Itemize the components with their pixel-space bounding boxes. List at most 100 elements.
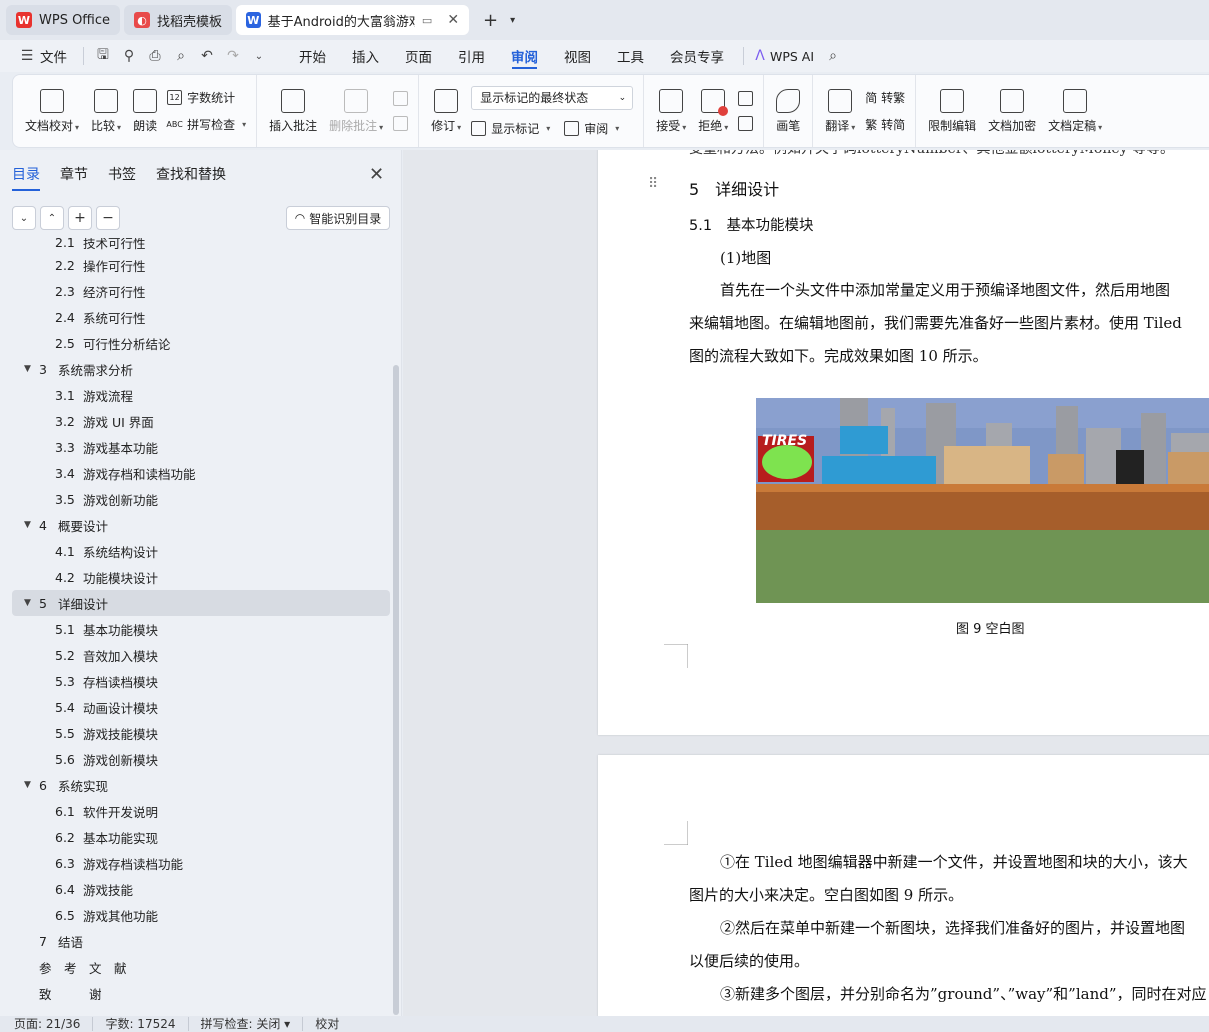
- to-traditional-button[interactable]: 简 转繁: [865, 89, 905, 106]
- search-icon[interactable]: ⌕: [820, 40, 846, 72]
- proofread-status[interactable]: 校对: [315, 1017, 351, 1031]
- toc-item[interactable]: 3.3 游戏基本功能: [12, 434, 390, 460]
- toc-item[interactable]: 2.1 技术可行性: [12, 238, 390, 252]
- menu-start[interactable]: 开始: [286, 40, 339, 72]
- toc-item[interactable]: ▼ 4 概要设计: [12, 512, 390, 538]
- quick-access-chevron-icon[interactable]: ⌄: [246, 40, 272, 72]
- tab-chapters[interactable]: 章节: [60, 164, 88, 184]
- file-menu[interactable]: 文件: [40, 46, 67, 66]
- restrict-edit-button[interactable]: 限制编辑: [922, 88, 982, 134]
- toc-item[interactable]: ▼ 3 系统需求分析: [12, 356, 390, 382]
- toc-item[interactable]: ▼ 5 详细设计: [12, 590, 390, 616]
- read-aloud-button[interactable]: 朗读: [127, 88, 163, 134]
- menu-view[interactable]: 视图: [551, 40, 604, 72]
- word-count-button[interactable]: 12 字数统计: [167, 89, 246, 106]
- toc-item[interactable]: 3.2 游戏 UI 界面: [12, 408, 390, 434]
- tab-current-document[interactable]: W 基于Android的大富翁游戏的设 ▭ ✕: [236, 5, 470, 35]
- print-icon[interactable]: ⎙: [142, 40, 168, 72]
- toc-item[interactable]: 4.1 系统结构设计: [12, 538, 390, 564]
- toc-item[interactable]: 5.1 基本功能模块: [12, 616, 390, 642]
- toc-item[interactable]: 5.3 存档读档模块: [12, 668, 390, 694]
- close-tab-icon[interactable]: ✕: [447, 12, 459, 28]
- figure-image[interactable]: TIRES: [756, 398, 1209, 603]
- toc-item[interactable]: 3.1 游戏流程: [12, 382, 390, 408]
- previous-change-button[interactable]: [738, 91, 754, 106]
- toc-item[interactable]: 致 谢: [12, 980, 390, 1006]
- next-change-button[interactable]: [738, 116, 754, 131]
- toc-item[interactable]: 2.3 经济可行性: [12, 278, 390, 304]
- link-icon[interactable]: ⚲: [116, 40, 142, 72]
- toc-item[interactable]: 7 结语: [12, 928, 390, 954]
- page-indicator[interactable]: 页面: 21/36: [14, 1017, 94, 1031]
- monitor-icon[interactable]: ▭: [422, 14, 432, 27]
- smart-toc-button[interactable]: ◠ 智能识别目录: [286, 206, 390, 230]
- add-level-icon[interactable]: +: [68, 206, 92, 230]
- menu-page[interactable]: 页面: [392, 40, 445, 72]
- finalize-button[interactable]: 文档定稿 ▾: [1042, 88, 1108, 134]
- collapse-icon[interactable]: ⌃: [40, 206, 64, 230]
- expand-icon[interactable]: ⌄: [12, 206, 36, 230]
- toc-item[interactable]: 6.4 游戏技能: [12, 876, 390, 902]
- spell-check-status[interactable]: 拼写检查: 关闭 ▾: [201, 1017, 304, 1031]
- toc-item[interactable]: 参 考 文 献: [12, 954, 390, 980]
- toc-item[interactable]: 4.2 功能模块设计: [12, 564, 390, 590]
- toc-item[interactable]: 5.5 游戏技能模块: [12, 720, 390, 746]
- tab-wps-office[interactable]: W WPS Office: [6, 5, 121, 35]
- tab-bookmarks[interactable]: 书签: [108, 164, 136, 184]
- to-simplified-button[interactable]: 繁 转简: [865, 116, 905, 133]
- reject-button[interactable]: 拒绝 ▾: [692, 88, 734, 134]
- wps-ai-button[interactable]: WPS AI: [770, 49, 814, 64]
- undo-icon[interactable]: ↶: [194, 40, 220, 72]
- toc-item[interactable]: 6.5 游戏其他功能: [12, 902, 390, 928]
- tab-docer-templates[interactable]: ◐ 找稻壳模板: [124, 5, 233, 35]
- save-icon[interactable]: 🖫: [90, 40, 116, 72]
- wps-ai-icon[interactable]: ᐱ: [750, 40, 770, 72]
- expand-triangle-icon[interactable]: ▼: [24, 520, 39, 530]
- drag-handle-icon[interactable]: ⠿: [648, 176, 658, 192]
- next-comment-button[interactable]: [393, 116, 409, 131]
- tab-list-chevron-icon[interactable]: ▾: [506, 15, 519, 26]
- toc-item[interactable]: ▼ 6 系统实现: [12, 772, 390, 798]
- toc-item[interactable]: 6.3 游戏存档读档功能: [12, 850, 390, 876]
- insert-comment-button[interactable]: 插入批注: [263, 88, 323, 134]
- print-preview-icon[interactable]: ⌕: [168, 40, 194, 72]
- toc-item[interactable]: 2.2 操作可行性: [12, 252, 390, 278]
- toc-item[interactable]: 2.5 可行性分析结论: [12, 330, 390, 356]
- encrypt-button[interactable]: 文档加密: [982, 88, 1042, 134]
- toc-item[interactable]: 5.6 游戏创新模块: [12, 746, 390, 772]
- menu-member[interactable]: 会员专享: [657, 40, 737, 72]
- toc-item[interactable]: 5.4 动画设计模块: [12, 694, 390, 720]
- show-markup-button[interactable]: 显示标记 ▾: [471, 120, 550, 137]
- previous-comment-button[interactable]: [393, 91, 409, 106]
- redo-icon[interactable]: ↷: [220, 40, 246, 72]
- menu-reference[interactable]: 引用: [445, 40, 498, 72]
- pen-button[interactable]: 画笔: [770, 88, 806, 134]
- expand-triangle-icon[interactable]: ▼: [24, 780, 39, 790]
- toc-item[interactable]: 3.4 游戏存档和读档功能: [12, 460, 390, 486]
- menu-tools[interactable]: 工具: [604, 40, 657, 72]
- tab-find-replace[interactable]: 查找和替换: [156, 164, 226, 184]
- tab-toc[interactable]: 目录: [12, 164, 40, 191]
- track-changes-button[interactable]: 修订 ▾: [425, 88, 467, 134]
- remove-level-icon[interactable]: −: [96, 206, 120, 230]
- hamburger-menu-icon[interactable]: ☰: [14, 40, 40, 72]
- toc-item[interactable]: 2.4 系统可行性: [12, 304, 390, 330]
- toc-item[interactable]: 6.2 基本功能实现: [12, 824, 390, 850]
- new-tab-plus-icon[interactable]: +: [479, 10, 502, 31]
- menu-review[interactable]: 审阅: [498, 40, 551, 72]
- toc-item[interactable]: 6.1 软件开发说明: [12, 798, 390, 824]
- word-count-indicator[interactable]: 字数: 17524: [105, 1017, 189, 1031]
- toc-scrollbar[interactable]: [393, 365, 399, 1015]
- delete-comment-button[interactable]: 删除批注 ▾: [323, 88, 389, 134]
- toc-item[interactable]: 5.2 音效加入模块: [12, 642, 390, 668]
- markup-display-select[interactable]: 显示标记的最终状态 ⌄: [471, 85, 634, 110]
- expand-triangle-icon[interactable]: ▼: [24, 364, 39, 374]
- spell-check-button[interactable]: ABC 拼写检查 ▾: [166, 116, 246, 133]
- doc-check-button[interactable]: 文档校对 ▾: [19, 88, 85, 134]
- close-pane-icon[interactable]: ✕: [369, 164, 384, 185]
- translate-button[interactable]: 翻译 ▾: [819, 88, 861, 134]
- menu-insert[interactable]: 插入: [339, 40, 392, 72]
- expand-triangle-icon[interactable]: ▼: [24, 598, 39, 608]
- review-pane-button[interactable]: 审阅 ▾: [564, 120, 619, 137]
- toc-item[interactable]: 3.5 游戏创新功能: [12, 486, 390, 512]
